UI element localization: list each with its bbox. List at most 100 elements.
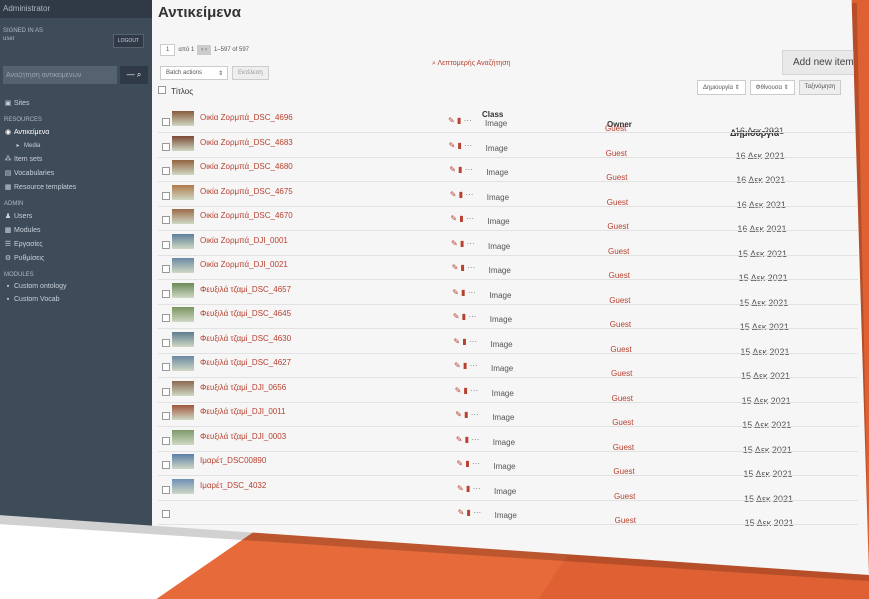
- batch-actions-select[interactable]: Batch actions ⇕: [160, 66, 228, 80]
- trash-icon[interactable]: ▮: [458, 165, 465, 174]
- row-checkbox[interactable]: [162, 461, 170, 469]
- pencil-icon[interactable]: ✎: [453, 312, 462, 321]
- more-icon[interactable]: ⋯: [468, 288, 476, 297]
- sidebar-item-6[interactable]: ▦ Resource templates: [0, 180, 152, 194]
- row-checkbox[interactable]: [162, 142, 170, 151]
- row-checkbox[interactable]: [162, 240, 170, 249]
- row-checkbox[interactable]: [162, 387, 170, 396]
- row-thumbnail[interactable]: [172, 380, 194, 396]
- pencil-icon[interactable]: ✎: [456, 459, 465, 468]
- row-thumbnail[interactable]: [172, 135, 194, 151]
- row-thumbnail[interactable]: [172, 184, 194, 200]
- batch-go-button[interactable]: Εκτέλεση: [232, 66, 269, 80]
- row-title-link[interactable]: Οικία Ζορμπά_DJI_0001: [200, 236, 288, 245]
- sidebar-item-0[interactable]: ▣ Sites: [0, 96, 152, 110]
- more-icon[interactable]: ⋯: [465, 165, 473, 174]
- sidebar-item-4[interactable]: ⁂ Item sets: [0, 152, 152, 166]
- more-icon[interactable]: ⋯: [473, 484, 481, 493]
- row-thumbnail[interactable]: [172, 111, 194, 126]
- row-thumbnail[interactable]: [172, 282, 194, 298]
- row-checkbox[interactable]: [162, 265, 170, 273]
- more-icon[interactable]: ⋯: [470, 361, 478, 370]
- row-thumbnail[interactable]: [172, 405, 194, 420]
- row-title-link[interactable]: Φευξιλά τζαμί_DSC_4645: [200, 309, 291, 318]
- row-checkbox[interactable]: [162, 363, 170, 371]
- row-checkbox[interactable]: [162, 289, 170, 298]
- row-thumbnail[interactable]: [172, 429, 194, 445]
- more-icon[interactable]: ⋯: [467, 263, 475, 272]
- row-checkbox[interactable]: [162, 485, 170, 494]
- sidebar-item-3[interactable]: ▸ Media: [0, 139, 152, 152]
- row-title-link[interactable]: Φευξιλά τζαμί_DJI_0003: [200, 432, 286, 441]
- pencil-icon[interactable]: ✎: [456, 435, 465, 444]
- sidebar-item-9[interactable]: ▩ Modules: [0, 223, 152, 237]
- row-title-link[interactable]: Οικία Ζορμπά_DSC_4683: [200, 138, 293, 147]
- row-checkbox[interactable]: [162, 436, 170, 445]
- row-thumbnail[interactable]: [172, 356, 194, 371]
- more-icon[interactable]: ⋯: [464, 141, 472, 150]
- pencil-icon[interactable]: ✎: [450, 190, 459, 199]
- row-title-link[interactable]: Φευξιλά τζαμί_DJI_0656: [200, 383, 286, 392]
- row-checkbox[interactable]: [162, 167, 170, 175]
- trash-icon[interactable]: ▮: [457, 116, 464, 125]
- more-icon[interactable]: ⋯: [470, 386, 478, 395]
- more-icon[interactable]: ⋯: [467, 239, 475, 248]
- more-icon[interactable]: ⋯: [471, 435, 479, 444]
- row-checkbox[interactable]: [162, 118, 170, 126]
- trash-icon[interactable]: ▮: [462, 337, 469, 346]
- pencil-icon[interactable]: ✎: [452, 263, 461, 272]
- row-checkbox[interactable]: [162, 314, 170, 322]
- pencil-icon[interactable]: ✎: [452, 288, 461, 297]
- pencil-icon[interactable]: ✎: [454, 361, 463, 370]
- pencil-icon[interactable]: ✎: [453, 337, 462, 346]
- row-title-link[interactable]: Οικία Ζορμπά_DSC_4670: [200, 211, 293, 220]
- pencil-icon[interactable]: ✎: [449, 141, 458, 150]
- more-icon[interactable]: ⋯: [464, 116, 472, 125]
- column-title[interactable]: Τίτλος: [171, 87, 193, 96]
- row-thumbnail[interactable]: [172, 160, 194, 175]
- row-checkbox[interactable]: [162, 338, 170, 347]
- row-title-link[interactable]: Ιμαρέτ_DSC_4032: [200, 481, 266, 490]
- sidebar-item-11[interactable]: ⚙ Ρυθμίσεις: [0, 251, 152, 265]
- more-icon[interactable]: ⋯: [465, 190, 473, 199]
- sidebar-item-10[interactable]: ☰ Εργασίες: [0, 237, 152, 251]
- trash-icon[interactable]: ▮: [466, 484, 473, 493]
- select-all-checkbox[interactable]: [158, 86, 166, 94]
- pencil-icon[interactable]: ✎: [448, 116, 457, 125]
- row-title-link[interactable]: Οικία Ζορμπά_DSC_4680: [200, 162, 293, 171]
- more-icon[interactable]: ⋯: [472, 459, 480, 468]
- trash-icon[interactable]: ▮: [464, 410, 471, 419]
- row-checkbox[interactable]: [162, 412, 170, 420]
- more-icon[interactable]: ⋯: [469, 337, 477, 346]
- row-thumbnail[interactable]: [172, 307, 194, 322]
- row-title-link[interactable]: Φευξιλά τζαμί_DSC_4630: [200, 334, 291, 343]
- trash-icon[interactable]: ▮: [461, 288, 468, 297]
- row-checkbox[interactable]: [162, 191, 170, 200]
- trash-icon[interactable]: ▮: [465, 459, 472, 468]
- pencil-icon[interactable]: ✎: [457, 484, 466, 493]
- page-prev-next-buttons[interactable]: ‹ ›: [197, 45, 211, 55]
- row-title-link[interactable]: Οικία Ζορμπά_DJI_0021: [200, 260, 288, 269]
- row-checkbox[interactable]: [162, 216, 170, 224]
- sidebar-item-14[interactable]: ▪ Custom Vocab: [0, 293, 152, 306]
- pencil-icon[interactable]: ✎: [451, 239, 460, 248]
- row-title-link[interactable]: Φευξιλά τζαμί_DJI_0011: [200, 407, 286, 416]
- trash-icon[interactable]: ▮: [463, 361, 470, 370]
- pencil-icon[interactable]: ✎: [458, 508, 467, 517]
- search-input[interactable]: [3, 66, 117, 84]
- row-thumbnail[interactable]: [172, 331, 194, 347]
- search-button[interactable]: — ⌕: [120, 66, 148, 84]
- row-title-link[interactable]: Φευξιλά τζαμί_DSC_4627: [200, 358, 291, 367]
- row-checkbox[interactable]: [162, 510, 170, 518]
- advanced-search-link[interactable]: ⌕ Λεπτομερής Αναζήτηση: [432, 60, 510, 68]
- search-options-dropdown[interactable]: —: [127, 70, 135, 79]
- sidebar-item-13[interactable]: ▪ Custom ontology: [0, 280, 152, 293]
- pencil-icon[interactable]: ✎: [455, 410, 464, 419]
- row-title-link[interactable]: Φευξιλά τζαμί_DSC_4657: [200, 285, 291, 294]
- more-icon[interactable]: ⋯: [471, 410, 479, 419]
- row-thumbnail[interactable]: [172, 233, 194, 249]
- pencil-icon[interactable]: ✎: [449, 165, 458, 174]
- trash-icon[interactable]: ▮: [459, 214, 466, 223]
- sidebar-item-8[interactable]: ♟ Users: [0, 209, 152, 223]
- more-icon[interactable]: ⋯: [466, 214, 474, 223]
